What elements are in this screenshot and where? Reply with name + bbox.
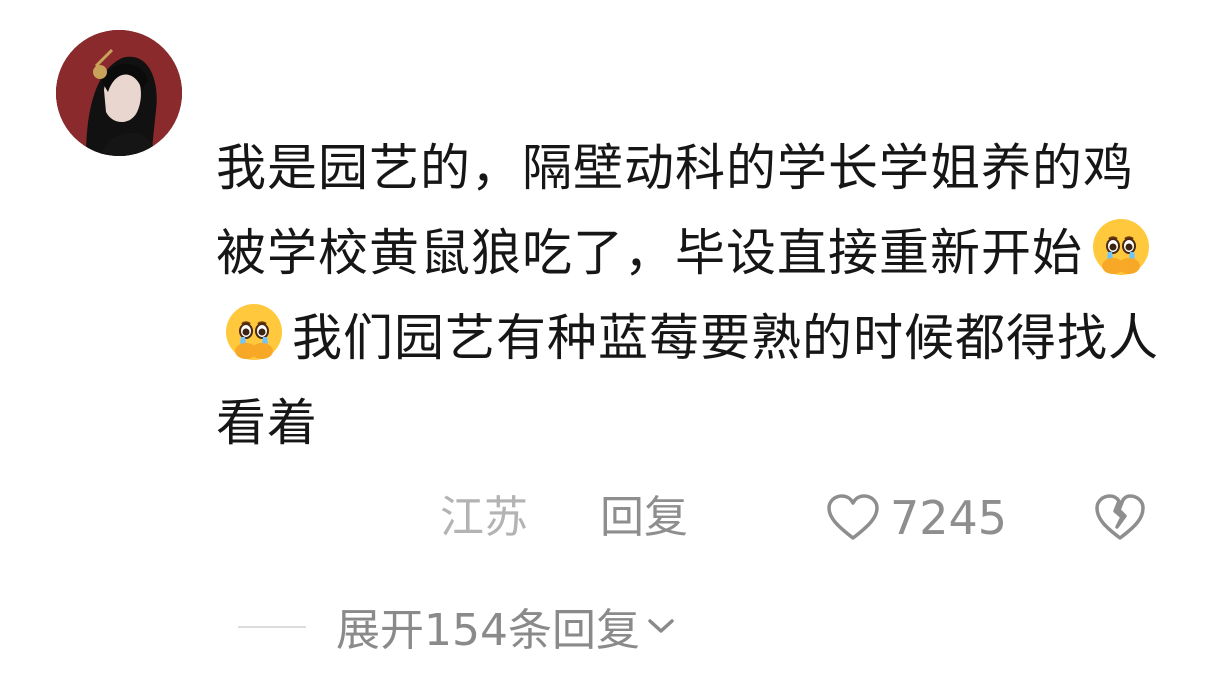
comment-meta-row: 江苏 回复 7245 <box>0 488 1216 548</box>
expand-replies-label: 展开154条回复 <box>336 605 640 656</box>
location-label: 江苏 <box>440 492 528 543</box>
divider-line <box>238 626 306 628</box>
comment-text-part-2: 我们园艺有种蓝莓要熟的时候都得找人看着 <box>216 309 1159 452</box>
heart-icon <box>827 494 879 540</box>
avatar[interactable] <box>56 30 182 156</box>
broken-heart-icon <box>1095 494 1145 540</box>
expand-replies-button[interactable]: 展开154条回复 <box>336 596 676 656</box>
crying-face-icon <box>216 301 292 363</box>
reply-button[interactable]: 回复 <box>600 488 688 548</box>
dislike-button[interactable] <box>1094 494 1146 558</box>
avatar-image <box>56 30 182 156</box>
comment-text: 我是园艺的，隔壁动科的学长学姐养的鸡被学校黄鼠狼吃了，毕设直接重新开始 我们园艺… <box>216 126 1176 466</box>
chevron-down-icon <box>648 619 674 633</box>
comment-text-part-1: 我是园艺的，隔壁动科的学长学姐养的鸡被学校黄鼠狼吃了，毕设直接重新开始 <box>216 139 1134 282</box>
like-count: 7245 <box>890 491 1008 545</box>
like-button[interactable]: 7245 <box>826 488 1007 548</box>
expand-replies-row: 展开154条回复 <box>0 596 1216 656</box>
crying-face-icon <box>1083 216 1159 278</box>
